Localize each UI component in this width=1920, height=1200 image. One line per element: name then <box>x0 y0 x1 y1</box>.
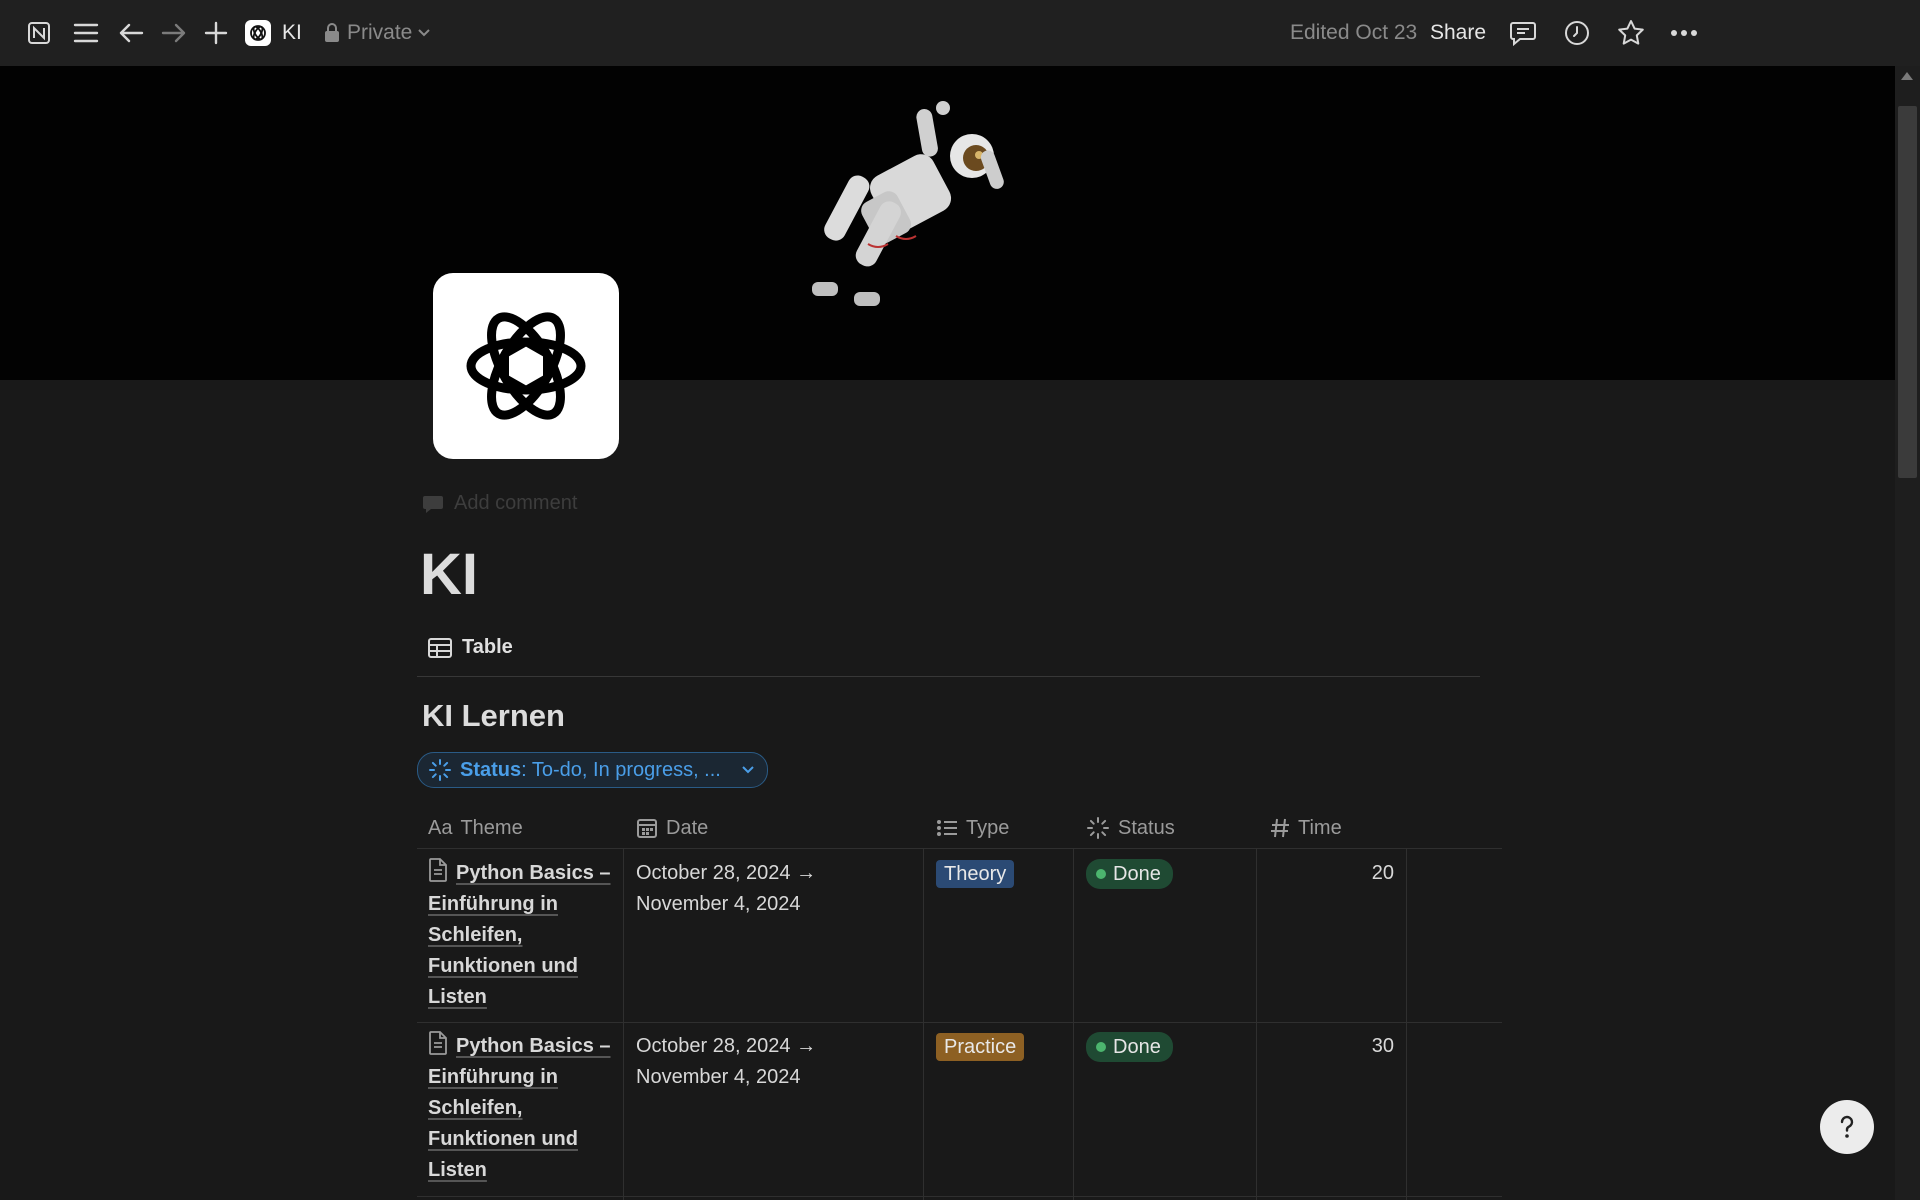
type-tag-theory: Theory <box>936 860 1015 888</box>
back-arrow-icon[interactable] <box>115 17 147 49</box>
top-bar: KI Private Edited Oct 23 Share <box>0 0 1920 66</box>
view-tab-table[interactable]: Table <box>428 636 513 659</box>
calendar-icon <box>637 819 657 838</box>
status-pill-done: Done <box>1086 859 1173 889</box>
column-header-label: Theme <box>460 816 523 839</box>
scroll-up-arrow[interactable] <box>1901 72 1913 80</box>
column-divider <box>923 848 924 1200</box>
number-hash-icon <box>1271 818 1289 838</box>
database-title[interactable]: KI Lernen <box>422 694 565 738</box>
privacy-label[interactable]: Private <box>347 20 412 46</box>
filter-value: : To-do, In progress, ... <box>521 758 721 781</box>
column-header-label: Time <box>1298 816 1342 839</box>
openai-page-icon[interactable] <box>242 17 274 49</box>
filter-property: Status <box>460 758 522 781</box>
row-title-link[interactable]: Python Basics – Einführung in Schleifen,… <box>428 862 611 1008</box>
date-end: November 4, 2024 <box>636 893 801 915</box>
date-start: October 28, 2024 → <box>636 862 817 884</box>
help-button[interactable] <box>1820 1100 1874 1154</box>
add-comment-label: Add comment <box>454 492 578 514</box>
column-divider <box>1256 848 1257 1200</box>
status-label: Done <box>1113 1036 1161 1058</box>
column-divider <box>623 848 624 1200</box>
column-divider <box>1073 848 1074 1200</box>
column-header-theme[interactable]: Aa Theme <box>428 808 523 848</box>
row-divider <box>417 1196 1502 1197</box>
table-row-1-theme[interactable]: Python Basics – Einführung in Schleifen,… <box>428 858 618 1013</box>
status-filter-chip[interactable]: Status: To-do, In progress, ... <box>417 752 768 788</box>
table-row-1-date[interactable]: October 28, 2024 → November 4, 2024 <box>636 858 916 920</box>
column-header-time[interactable]: Time <box>1270 808 1342 848</box>
status-pill-done: Done <box>1086 1032 1173 1062</box>
star-icon[interactable] <box>1615 17 1647 49</box>
status-loader-icon <box>1087 817 1109 839</box>
row-title-link[interactable]: Python Basics – Einführung in Schleifen,… <box>428 1035 611 1181</box>
table-row-2-type[interactable]: Practice <box>936 1032 1025 1063</box>
table-row-1-type[interactable]: Theory <box>936 859 1015 890</box>
page-title[interactable]: KI <box>420 540 478 610</box>
status-loader-icon <box>429 759 451 781</box>
document-icon <box>429 858 447 882</box>
view-tab-label: Table <box>462 636 513 658</box>
type-tag-practice: Practice <box>936 1033 1025 1061</box>
share-button[interactable]: Share <box>1430 20 1486 46</box>
chevron-down-icon <box>742 766 754 774</box>
page-icon-openai[interactable] <box>433 273 619 459</box>
status-dot <box>1096 1042 1106 1052</box>
menu-icon[interactable] <box>70 17 102 49</box>
table-row-2-status[interactable]: Done <box>1086 1031 1173 1062</box>
column-header-status[interactable]: Status <box>1086 808 1175 848</box>
comment-icon[interactable] <box>1507 17 1539 49</box>
openai-logo-icon <box>466 312 586 420</box>
more-icon[interactable] <box>1668 17 1700 49</box>
chevron-down-icon[interactable] <box>408 17 440 49</box>
table-row-2-time[interactable]: 30 <box>1274 1031 1394 1062</box>
column-divider <box>1406 848 1407 1200</box>
vertical-scrollbar[interactable] <box>1895 66 1920 1200</box>
comment-icon <box>423 495 443 513</box>
clock-icon[interactable] <box>1561 17 1593 49</box>
scrollbar-thumb[interactable] <box>1898 106 1917 478</box>
breadcrumb-page-name[interactable]: KI <box>282 20 302 46</box>
date-end: November 4, 2024 <box>636 1066 801 1088</box>
lock-icon <box>316 17 348 49</box>
column-header-label: Date <box>666 816 709 839</box>
forward-arrow-icon[interactable] <box>158 17 190 49</box>
cover-image[interactable] <box>0 66 1895 380</box>
column-header-label: Type <box>966 816 1010 839</box>
edited-timestamp: Edited Oct 23 <box>1290 21 1418 44</box>
row-divider <box>417 1022 1502 1023</box>
table-row-1-status[interactable]: Done <box>1086 858 1173 889</box>
notion-logo-icon[interactable] <box>23 17 55 49</box>
plus-icon[interactable] <box>200 17 232 49</box>
status-label: Done <box>1113 863 1161 885</box>
text-type-icon: Aa <box>428 816 453 839</box>
document-icon <box>429 1031 447 1055</box>
row-divider <box>417 848 1502 849</box>
list-icon <box>937 820 957 836</box>
status-dot <box>1096 869 1106 879</box>
add-comment-button[interactable]: Add comment <box>422 492 577 515</box>
column-header-date[interactable]: Date <box>636 808 708 848</box>
table-icon <box>428 637 452 658</box>
table-row-1-time[interactable]: 20 <box>1274 858 1394 889</box>
divider <box>417 676 1480 677</box>
help-question-icon <box>1840 1115 1854 1138</box>
table-row-2-date[interactable]: October 28, 2024 → November 4, 2024 <box>636 1031 916 1093</box>
date-start: October 28, 2024 → <box>636 1035 817 1057</box>
column-header-type[interactable]: Type <box>936 808 1009 848</box>
astronaut-illustration <box>812 101 1004 306</box>
column-header-label: Status <box>1118 816 1175 839</box>
table-row-2-theme[interactable]: Python Basics – Einführung in Schleifen,… <box>428 1031 618 1186</box>
